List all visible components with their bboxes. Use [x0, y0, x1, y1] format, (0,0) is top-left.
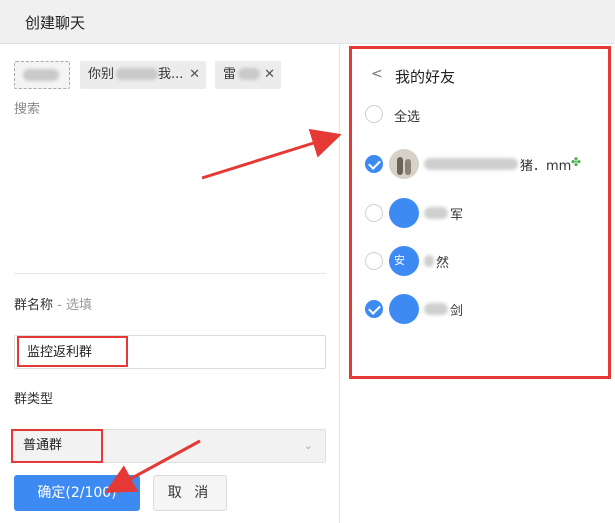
- chevron-down-icon: ⌄: [303, 439, 313, 452]
- page-title: 创建聊天: [25, 14, 86, 32]
- group-type-value: 普通群: [11, 429, 103, 463]
- chevron-left-icon[interactable]: <: [371, 66, 383, 82]
- group-name-input[interactable]: 监控返利群: [14, 335, 326, 369]
- divider: [14, 273, 326, 274]
- friend-checkbox[interactable]: [365, 252, 383, 270]
- blurred-name: [424, 207, 448, 219]
- group-type-label: 群类型: [14, 392, 54, 407]
- selected-member-chip[interactable]: [14, 61, 70, 89]
- header: 创建聊天: [0, 0, 615, 44]
- blurred-name: [424, 303, 448, 315]
- remove-icon[interactable]: ✕: [264, 61, 275, 89]
- friend-name: 然: [436, 256, 450, 271]
- friends-highlight-box: < 我的好友 全选 猪．mm ✤ 军 安 然 剑: [349, 46, 611, 379]
- search-input[interactable]: 搜索: [14, 98, 40, 117]
- blurred-name: [424, 158, 518, 170]
- select-all-label: 全选: [394, 110, 421, 125]
- chip-label: 你别: [88, 67, 115, 82]
- optional-hint: - 选填: [53, 298, 92, 313]
- left-panel: 你别 我... ✕ 雷 ✕ 搜索 群名称 - 选填 监控返利群 群类型 普通群 ⌄…: [0, 44, 339, 523]
- friend-name: 剑: [450, 304, 464, 319]
- friend-name: 猪．mm: [520, 159, 572, 174]
- blurred-name: [238, 67, 261, 80]
- chip-label: 雷: [223, 67, 237, 82]
- friend-checkbox[interactable]: [365, 300, 383, 318]
- blurred-name: [424, 255, 434, 267]
- selected-member-chip[interactable]: 你别 我... ✕: [80, 61, 206, 89]
- friend-checkbox[interactable]: [365, 204, 383, 222]
- group-name-label-text: 群名称: [14, 298, 54, 313]
- confirm-button[interactable]: 确定(2/100): [14, 475, 140, 511]
- avatar: 安: [389, 246, 419, 276]
- friend-name: 军: [450, 208, 464, 223]
- blurred-name: [23, 68, 59, 81]
- avatar: [389, 198, 419, 228]
- blurred-name: [116, 67, 159, 80]
- friend-checkbox[interactable]: [365, 155, 383, 173]
- group-name-value: 监控返利群: [17, 336, 128, 367]
- group-type-select[interactable]: 普通群 ⌄: [11, 429, 326, 463]
- group-name-label: 群名称 - 选填: [14, 294, 92, 313]
- selected-member-chip[interactable]: 雷 ✕: [215, 61, 281, 89]
- remove-icon[interactable]: ✕: [189, 61, 200, 89]
- friends-title: 我的好友: [395, 68, 456, 86]
- friends-panel: < 我的好友 全选 猪．mm ✤ 军 安 然 剑: [339, 44, 615, 523]
- chip-label-suffix: 我...: [158, 67, 184, 82]
- cancel-button[interactable]: 取 消: [153, 475, 227, 511]
- select-all-checkbox[interactable]: [365, 105, 383, 123]
- avatar: [389, 149, 419, 179]
- avatar: [389, 294, 419, 324]
- clover-icon: ✤: [571, 155, 582, 169]
